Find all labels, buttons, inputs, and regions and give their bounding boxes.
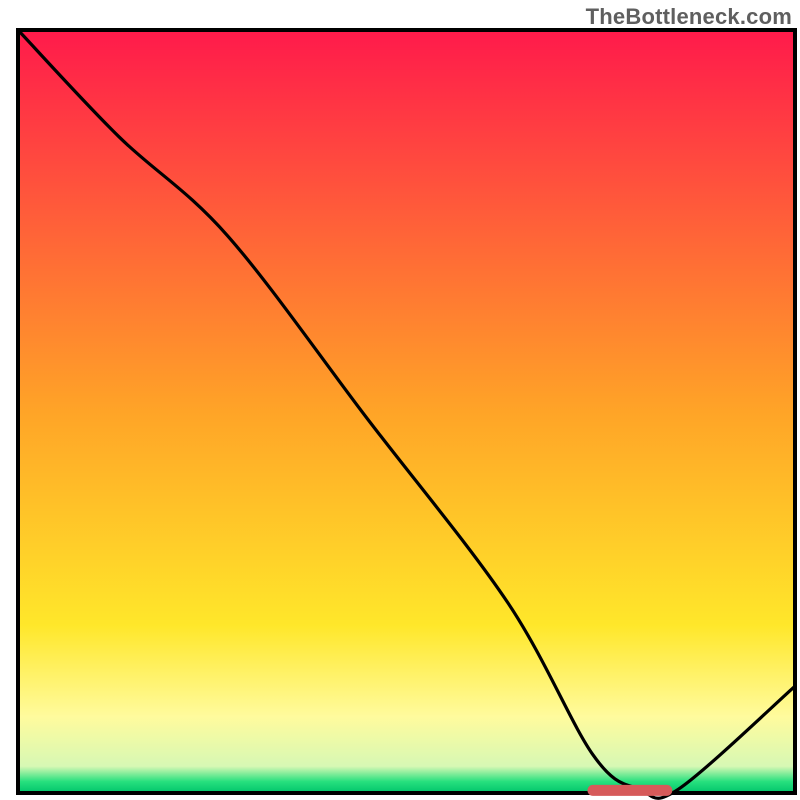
bottleneck-chart [0,0,800,800]
chart-container: TheBottleneck.com [0,0,800,800]
plot-background [18,30,795,793]
